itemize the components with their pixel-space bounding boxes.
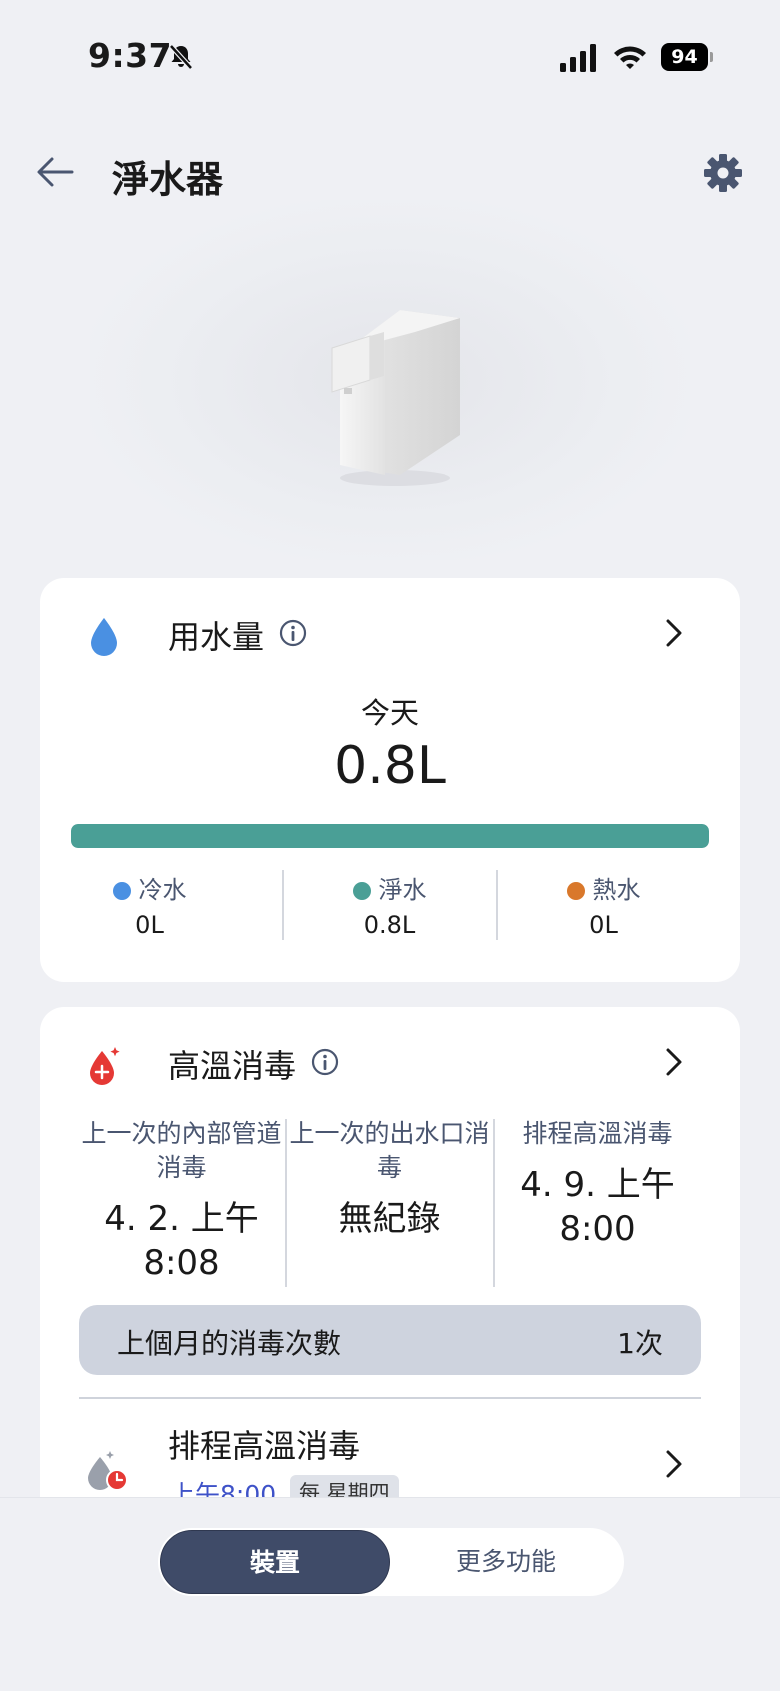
- tab-device[interactable]: 裝置: [160, 1530, 390, 1594]
- chevron-right-icon[interactable]: [663, 616, 685, 650]
- sterilization-header[interactable]: 高溫消毒: [40, 1007, 740, 1117]
- legend-label: 熱水: [592, 876, 641, 904]
- bottom-navigation: 裝置 更多功能: [0, 1497, 780, 1691]
- chevron-right-icon[interactable]: [663, 1045, 685, 1079]
- legend-label: 淨水: [378, 876, 427, 904]
- segmented-control: 裝置 更多功能: [158, 1528, 624, 1596]
- status-bar: 9:37 94: [0, 0, 780, 116]
- legend-purified-water: 淨水 0.8L: [283, 870, 496, 939]
- stat-label: 排程高溫消毒: [522, 1119, 673, 1148]
- sterilization-title: 高溫消毒: [168, 1047, 297, 1085]
- usage-progress-fill: [71, 824, 709, 848]
- cold-water-dot: [112, 881, 131, 900]
- legend-value: 0L: [589, 911, 618, 939]
- schedule-title: 排程高溫消毒: [168, 1427, 361, 1465]
- page-title: 淨水器: [112, 158, 223, 201]
- chevron-right-icon[interactable]: [663, 1447, 685, 1481]
- info-icon[interactable]: [278, 618, 308, 648]
- schedule-sterilization-icon: [88, 1451, 128, 1491]
- monthly-count-label: 上個月的消毒次數: [117, 1327, 342, 1360]
- water-usage-card: 用水量 今天 0.8L 冷水 0L 淨水 0.8L 熱水 0L: [40, 578, 740, 982]
- water-usage-header[interactable]: 用水量: [40, 578, 740, 688]
- usage-progress-bar: [71, 824, 709, 848]
- water-usage-title: 用水量: [168, 618, 265, 656]
- purified-water-dot: [352, 881, 371, 900]
- legend-label: 冷水: [138, 876, 187, 904]
- monthly-count-value: 1次: [617, 1327, 663, 1360]
- monthly-sterilization-count: 上個月的消毒次數 1次: [79, 1305, 701, 1375]
- last-internal-sterilization: 上一次的內部管道消毒 4. 2. 上午8:08: [79, 1117, 284, 1285]
- today-usage-value: 0.8L: [334, 736, 446, 796]
- legend-cold-water: 冷水 0L: [43, 870, 256, 939]
- gear-icon[interactable]: [702, 152, 744, 194]
- water-purifier-image: [331, 310, 460, 486]
- battery-level: 94: [661, 43, 708, 71]
- last-outlet-sterilization: 上一次的出水口消毒 無紀錄: [287, 1117, 492, 1241]
- stat-label: 上一次的內部管道消毒: [81, 1119, 282, 1182]
- divider: [79, 1397, 701, 1399]
- status-time: 9:37: [88, 36, 173, 75]
- tab-more-features[interactable]: 更多功能: [390, 1530, 622, 1594]
- sterilization-drop-icon: [90, 1047, 120, 1085]
- stat-value: 4. 2. 上午8:08: [104, 1199, 259, 1283]
- sterilization-card: 高溫消毒 上一次的內部管道消毒 4. 2. 上午8:08 上一次的出水口消毒 無…: [40, 1007, 740, 1567]
- scheduled-sterilization: 排程高溫消毒 4. 9. 上午8:00: [495, 1117, 700, 1251]
- legend-value: 0.8L: [363, 911, 416, 939]
- stat-value: 4. 9. 上午8:00: [520, 1165, 675, 1249]
- info-icon[interactable]: [310, 1047, 340, 1077]
- stat-label: 上一次的出水口消毒: [289, 1119, 490, 1182]
- hot-water-dot: [566, 881, 585, 900]
- legend-value: 0L: [135, 911, 164, 939]
- battery-icon: 94: [661, 43, 713, 71]
- wifi-icon: [614, 46, 646, 69]
- back-arrow-icon[interactable]: [34, 154, 76, 190]
- bell-muted-icon: [169, 44, 193, 70]
- cellular-signal-icon: [560, 44, 596, 72]
- water-drop-icon: [91, 618, 117, 656]
- legend-hot-water: 熱水 0L: [497, 870, 710, 939]
- stat-value: 無紀錄: [338, 1199, 441, 1239]
- today-label: 今天: [360, 696, 419, 730]
